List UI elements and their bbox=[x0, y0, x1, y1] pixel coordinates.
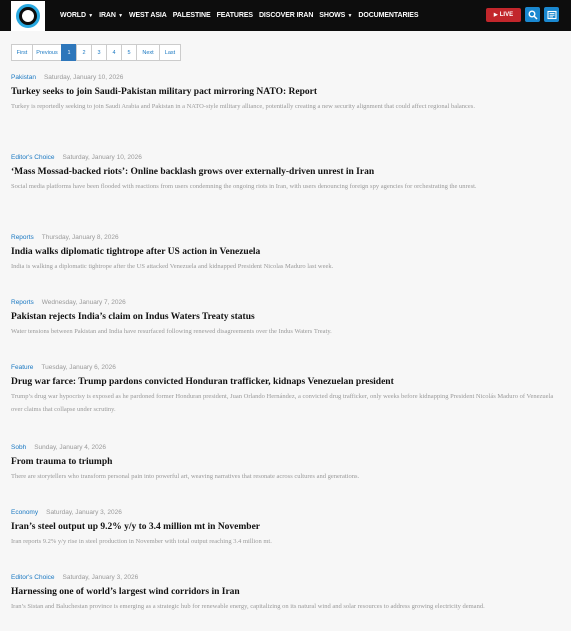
article-summary: Turkey is reportedly seeking to join Sau… bbox=[11, 103, 475, 110]
caret-down-icon: ▼ bbox=[86, 13, 94, 19]
article-summary: Social media platforms have been flooded… bbox=[11, 183, 477, 190]
main-nav: WORLD ▼ IRAN ▼ WEST ASIA PALESTINE FEATU… bbox=[60, 0, 424, 31]
article-date: Saturday, January 3, 2026 bbox=[62, 574, 139, 581]
article-category[interactable]: Sobh bbox=[11, 444, 26, 451]
newspaper-icon bbox=[546, 10, 557, 19]
article-title[interactable]: Harnessing one of world’s largest wind c… bbox=[11, 586, 561, 599]
article-item: Sobh Sunday, January 4, 2026 From trauma … bbox=[11, 444, 561, 483]
article-item: Editor's Choice Saturday, January 3, 2026… bbox=[11, 574, 561, 613]
article-summary: There are storytellers who transform per… bbox=[11, 473, 360, 480]
archive-button[interactable] bbox=[544, 7, 559, 22]
search-button[interactable] bbox=[525, 7, 540, 22]
page-last-button[interactable]: Last bbox=[159, 44, 181, 61]
article-item: Economy Saturday, January 3, 2026 Iran’s … bbox=[11, 509, 561, 548]
article-category[interactable]: Reports bbox=[11, 299, 34, 306]
article-item: Feature Tuesday, January 6, 2026 Drug war… bbox=[11, 364, 561, 416]
article-date: Saturday, January 10, 2026 bbox=[62, 154, 142, 161]
article-item: Reports Thursday, January 8, 2026 India w… bbox=[11, 234, 561, 273]
article-category[interactable]: Economy bbox=[11, 509, 38, 516]
article-summary: India is walking a diplomatic tightrope … bbox=[11, 263, 334, 270]
article-summary: Trump’s drug war hypocrisy is exposed as… bbox=[11, 393, 554, 413]
article-title[interactable]: From trauma to triumph bbox=[11, 456, 561, 469]
nav-item-west-asia[interactable]: WEST ASIA bbox=[129, 12, 167, 19]
nav-item-world[interactable]: WORLD ▼ bbox=[60, 12, 93, 19]
article-summary: Iran’s Sistan and Baluchestan province i… bbox=[11, 603, 485, 610]
article-date: Saturday, January 3, 2026 bbox=[46, 509, 122, 516]
article-title[interactable]: Turkey seeks to join Saudi-Pakistan mili… bbox=[11, 86, 561, 99]
article-date: Saturday, January 10, 2026 bbox=[43, 74, 124, 81]
article-date: Tuesday, January 6, 2026 bbox=[41, 364, 116, 371]
article-category[interactable]: Feature bbox=[11, 364, 33, 371]
site-logo[interactable] bbox=[11, 1, 45, 31]
pagination: First Previous 1 2 3 4 5 Next Last bbox=[11, 44, 181, 61]
nav-item-documentaries[interactable]: DOCUMENTARIES bbox=[358, 12, 418, 19]
article-date: Sunday, January 4, 2026 bbox=[34, 444, 106, 451]
article-summary: Water tensions between Pakistan and Indi… bbox=[11, 328, 332, 335]
article-title[interactable]: India walks diplomatic tightrope after U… bbox=[11, 246, 561, 259]
nav-item-discover-iran[interactable]: DISCOVER IRAN bbox=[259, 12, 313, 19]
article-item: Pakistan Saturday, January 10, 2026 Turke… bbox=[11, 74, 561, 113]
article-category[interactable]: Editor's Choice bbox=[11, 154, 55, 161]
page-number-button[interactable]: 3 bbox=[91, 44, 107, 61]
article-title[interactable]: Pakistan rejects India’s claim on Indus … bbox=[11, 311, 561, 324]
article-category[interactable]: Editor's Choice bbox=[11, 574, 55, 581]
live-label: LIVE bbox=[499, 12, 514, 18]
page-next-button[interactable]: Next bbox=[136, 44, 160, 61]
search-icon bbox=[528, 10, 538, 20]
logo-ring-icon bbox=[16, 4, 40, 28]
article-category[interactable]: Pakistan bbox=[11, 74, 36, 81]
page-number-button[interactable]: 5 bbox=[121, 44, 137, 61]
caret-down-icon: ▼ bbox=[116, 13, 123, 19]
page-previous-button[interactable]: Previous bbox=[32, 44, 62, 61]
article-title[interactable]: Drug war farce: Trump pardons convicted … bbox=[11, 376, 561, 389]
page-number-button[interactable]: 2 bbox=[76, 44, 92, 61]
live-button[interactable]: ▶ LIVE bbox=[486, 8, 521, 22]
article-title[interactable]: ‘Mass Mossad-backed riots’: Online backl… bbox=[11, 166, 561, 179]
article-summary: Iran reports 9.2% y/y rise in steel prod… bbox=[11, 538, 272, 545]
page-first-button[interactable]: First bbox=[11, 44, 33, 61]
page-number-button[interactable]: 4 bbox=[106, 44, 122, 61]
nav-item-palestine[interactable]: PALESTINE bbox=[173, 12, 211, 19]
top-navigation-bar: WORLD ▼ IRAN ▼ WEST ASIA PALESTINE FEATU… bbox=[0, 0, 571, 31]
article-category[interactable]: Reports bbox=[11, 234, 34, 241]
caret-down-icon: ▼ bbox=[346, 13, 353, 19]
page-number-button[interactable]: 1 bbox=[61, 44, 77, 61]
nav-item-iran[interactable]: IRAN ▼ bbox=[99, 12, 123, 19]
article-date: Wednesday, January 7, 2026 bbox=[41, 299, 126, 306]
article-item: Reports Wednesday, January 7, 2026 Pakist… bbox=[11, 299, 561, 338]
article-date: Thursday, January 8, 2026 bbox=[41, 234, 119, 241]
nav-item-features[interactable]: FEATURES bbox=[217, 12, 254, 19]
play-icon: ▶ bbox=[493, 12, 498, 18]
article-title[interactable]: Iran’s steel output up 9.2% y/y to 3.4 m… bbox=[11, 521, 561, 534]
nav-item-shows[interactable]: SHOWS ▼ bbox=[319, 12, 352, 19]
article-item: Editor's Choice Saturday, January 10, 202… bbox=[11, 154, 561, 193]
